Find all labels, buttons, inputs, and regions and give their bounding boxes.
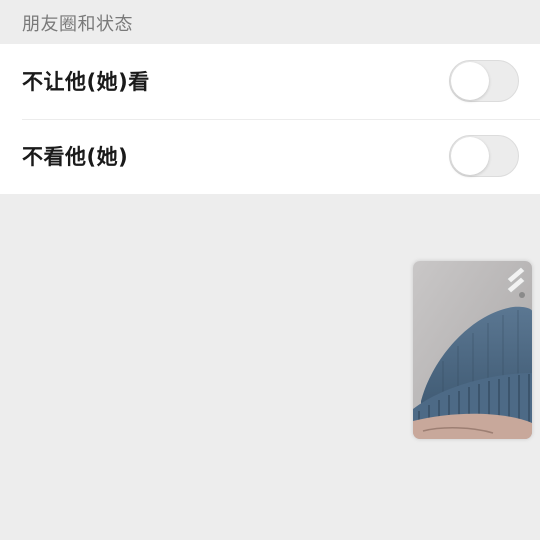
row-hide-their-moments[interactable]: 不看他(她) [0,119,540,194]
row-hide-my-moments[interactable]: 不让他(她)看 [0,44,540,120]
toggle-knob [451,62,489,100]
row-label-hide-their-moments: 不看他(她) [22,145,129,169]
settings-card: 不让他(她)看 不看他(她) [0,44,540,194]
section-header: 朋友圈和状态 [22,14,133,35]
camera-switch-icon[interactable] [503,265,529,299]
toggle-knob [451,137,489,175]
toggle-hide-my-moments[interactable] [449,60,519,102]
row-label-hide-my-moments: 不让他(她)看 [22,70,150,94]
toggle-hide-their-moments[interactable] [449,135,519,177]
